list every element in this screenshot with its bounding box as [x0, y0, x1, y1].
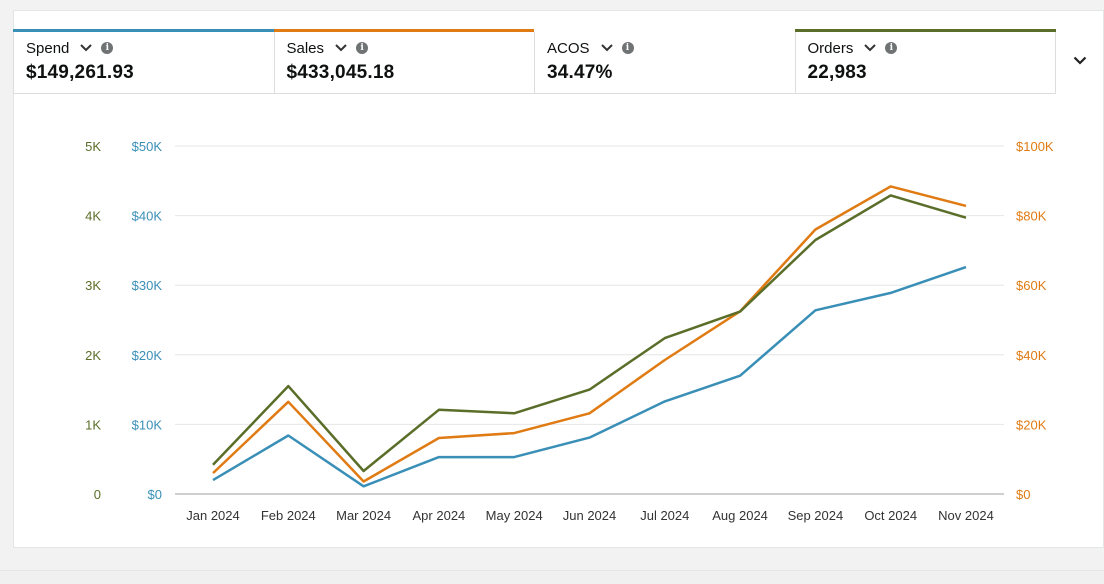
x-tick-label: Jan 2024	[186, 508, 240, 523]
y-tick-label-spend: $40K	[132, 209, 163, 224]
x-tick-label: Feb 2024	[261, 508, 316, 523]
y-tick-label-sales: $0	[1016, 487, 1030, 502]
x-tick-label: Sep 2024	[788, 508, 844, 523]
series-line-spend	[212, 265, 967, 488]
y-tick-label-orders: 5K	[85, 139, 101, 154]
x-tick-label: Oct 2024	[864, 508, 917, 523]
line-chart: 0 1K 2K 3K 4K 5K $0 $10K $20K $30K $40K $50K $0 $20K $…	[85, 139, 1054, 523]
y-tick-label-orders: 0	[94, 487, 101, 502]
y-tick-label-sales: $100K	[1016, 139, 1054, 154]
x-tick-label: Aug 2024	[712, 508, 768, 523]
y-tick-label-orders: 4K	[85, 209, 101, 224]
x-tick-label: Apr 2024	[413, 508, 466, 523]
y-tick-label-sales: $40K	[1016, 348, 1047, 363]
x-tick-label: Nov 2024	[938, 508, 994, 523]
y-tick-label-spend: $50K	[132, 139, 163, 154]
y-tick-label-orders: 3K	[85, 278, 101, 293]
x-tick-label: Jun 2024	[563, 508, 617, 523]
bottom-strip	[0, 570, 1104, 584]
y-tick-label-orders: 1K	[85, 417, 101, 432]
x-tick-label: May 2024	[486, 508, 543, 523]
y-tick-label-sales: $60K	[1016, 278, 1047, 293]
series-line-orders	[212, 194, 967, 473]
y-tick-label-spend: $10K	[132, 417, 163, 432]
x-tick-label: Jul 2024	[640, 508, 689, 523]
y-tick-label-spend: $0	[148, 487, 162, 502]
x-tick-label: Mar 2024	[336, 508, 391, 523]
y-tick-label-orders: 2K	[85, 348, 101, 363]
y-tick-label-spend: $30K	[132, 278, 163, 293]
y-tick-label-spend: $20K	[132, 348, 163, 363]
y-tick-label-sales: $20K	[1016, 417, 1047, 432]
y-tick-label-sales: $80K	[1016, 209, 1047, 224]
